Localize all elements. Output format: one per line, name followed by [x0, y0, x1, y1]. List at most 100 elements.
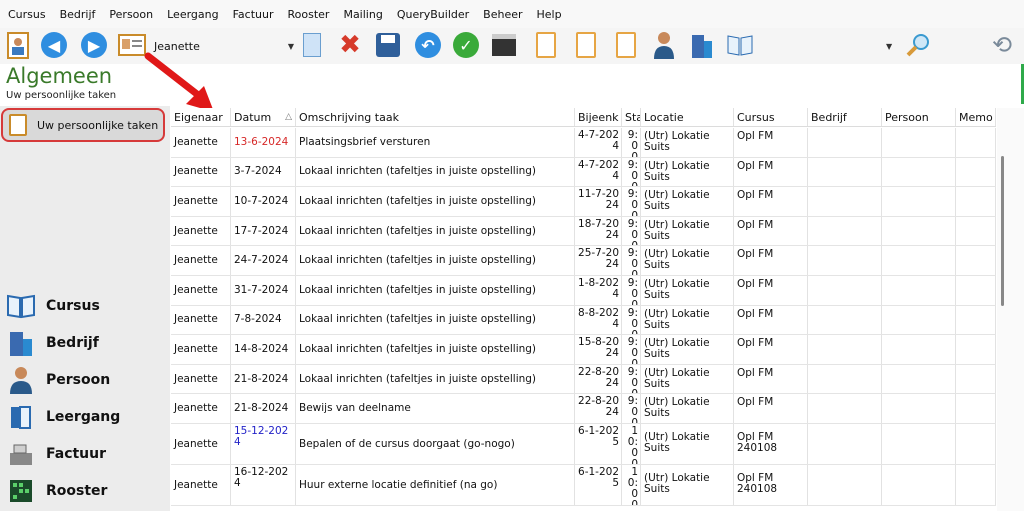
book-icon[interactable] — [726, 31, 754, 59]
menu-persoon[interactable]: Persoon — [109, 8, 153, 21]
chevron-down-icon: ▼ — [287, 41, 294, 51]
sidebar-module-leergang[interactable]: Leergang — [6, 401, 120, 433]
table-row[interactable]: Jeanette 7-8-2024 Lokaal inrichten (tafelt… — [171, 305, 996, 336]
column-header-bedrijf[interactable]: Bedrijf — [808, 108, 882, 126]
cell-cursus: Opl FM — [734, 187, 808, 216]
cell-persoon — [882, 246, 956, 275]
sidebar: Uw persoonlijke taken Cursus Bedrijf Per… — [0, 106, 170, 511]
sidebar-module-factuur[interactable]: Factuur — [6, 438, 106, 470]
column-header-sta[interactable]: Sta — [622, 108, 641, 126]
cell-memo — [956, 128, 996, 157]
check-icon[interactable]: ✓ — [452, 31, 480, 59]
delete-icon[interactable]: ✖ — [336, 30, 364, 60]
sidebar-module-label: Leergang — [46, 409, 121, 425]
book-icon — [6, 292, 36, 320]
sidebar-module-persoon[interactable]: Persoon — [6, 364, 110, 396]
person-icon[interactable] — [650, 31, 678, 59]
table-row[interactable]: Jeanette 13-6-2024 Plaatsingsbrief verstur… — [171, 128, 996, 158]
cell-bijeenk: 4-7-2024 — [575, 157, 622, 187]
menu-factuur[interactable]: Factuur — [233, 8, 274, 21]
column-header-label: Sta — [625, 110, 640, 124]
cell-cursus: Opl FM — [734, 246, 808, 275]
menu-bedrijf[interactable]: Bedrijf — [60, 8, 96, 21]
cell-persoon — [882, 128, 956, 157]
column-header-memo[interactable]: Memo — [956, 108, 996, 126]
cell-sta: 9:00 — [622, 128, 641, 157]
menu-leergang[interactable]: Leergang — [167, 8, 218, 21]
back-icon[interactable]: ◀ — [40, 31, 68, 59]
scrollbar-thumb[interactable] — [1001, 156, 1004, 306]
forward-icon[interactable]: ▶ — [80, 31, 108, 59]
cell-datum: 7-8-2024 — [231, 305, 296, 335]
cell-persoon — [882, 364, 956, 394]
search-icon[interactable] — [904, 31, 932, 59]
clipboard-edit-icon[interactable] — [612, 31, 640, 59]
cell-bijeenk: 18-7-2024 — [575, 216, 622, 246]
cell-persoon — [882, 305, 956, 335]
undo-icon[interactable]: ↶ — [414, 31, 442, 59]
cell-sta: 9:00 — [622, 276, 641, 305]
person-icon — [6, 366, 36, 394]
cell-cursus: Opl FM — [734, 157, 808, 187]
column-header-eigenaar[interactable]: Eigenaar — [171, 108, 231, 126]
sidebar-module-label: Rooster — [46, 483, 108, 499]
column-header-bijeenk[interactable]: Bijeenk — [575, 108, 622, 126]
column-header-label: Locatie — [644, 110, 684, 124]
table-row[interactable]: Jeanette 15-12-2024 Bepalen of de cursus d… — [171, 424, 996, 465]
column-header-persoon[interactable]: Persoon — [882, 108, 956, 126]
cell-bijeenk: 1-8-2024 — [575, 276, 622, 305]
save-icon[interactable] — [374, 31, 402, 59]
chevron-down-icon[interactable]: ▼ — [886, 36, 898, 56]
cell-locatie: (Utr) Lokatie Suits — [641, 465, 734, 505]
cell-taak: Lokaal inrichten (tafeltjes in juiste op… — [296, 157, 575, 187]
cell-bijeenk: 22-8-2024 — [575, 364, 622, 394]
table-row[interactable]: Jeanette 24-7-2024 Lokaal inrichten (tafel… — [171, 246, 996, 276]
new-doc-icon[interactable] — [298, 31, 326, 59]
table-row[interactable]: Jeanette 17-7-2024 Lokaal inrichten (tafel… — [171, 216, 996, 247]
menu-mailing[interactable]: Mailing — [343, 8, 382, 21]
menu-cursus[interactable]: Cursus — [8, 8, 46, 21]
cell-bedrijf — [808, 276, 882, 305]
cell-datum: 15-12-2024 — [231, 424, 296, 464]
table-row[interactable]: Jeanette 10-7-2024 Lokaal inrichten (tafel… — [171, 187, 996, 217]
sidebar-module-rooster[interactable]: Rooster — [6, 475, 107, 507]
building-icon[interactable] — [688, 31, 716, 59]
vertical-scrollbar[interactable] — [997, 108, 1024, 511]
cell-eigenaar: Jeanette — [171, 305, 231, 335]
table-row[interactable]: Jeanette 14-8-2024 Lokaal inrichten (tafel… — [171, 335, 996, 365]
refresh-icon[interactable]: ⟲ — [988, 31, 1016, 59]
cell-sta: 10:00 — [622, 424, 641, 464]
sidebar-module-label: Cursus — [46, 298, 100, 314]
sidebar-item-label: Uw persoonlijke taken — [37, 118, 159, 132]
column-header-datum[interactable]: Datum △ — [231, 108, 296, 126]
person-icon[interactable] — [4, 31, 32, 59]
menu-beheer[interactable]: Beheer — [483, 8, 522, 21]
menu-querybuilder[interactable]: QueryBuilder — [397, 8, 469, 21]
person-icon — [9, 114, 27, 136]
cell-datum: 31-7-2024 — [231, 276, 296, 305]
menu-rooster[interactable]: Rooster — [288, 8, 330, 21]
clipboard-icon[interactable] — [572, 31, 600, 59]
table-row[interactable]: Jeanette 21-8-2024 Bewijs van deelname 22-8… — [171, 394, 996, 424]
clapper-icon[interactable] — [490, 31, 518, 59]
column-header-label: Persoon — [885, 110, 929, 124]
task-grid: Eigenaar Datum △ Omschrijving taak Bijeenk St… — [171, 108, 996, 511]
grid-header: Eigenaar Datum △ Omschrijving taak Bijeenk St… — [171, 108, 996, 127]
column-header-locatie[interactable]: Locatie — [641, 108, 734, 126]
sidebar-module-cursus[interactable]: Cursus — [6, 290, 100, 322]
cell-eigenaar: Jeanette — [171, 157, 231, 187]
column-header-cursus[interactable]: Cursus — [734, 108, 808, 126]
table-row[interactable]: Jeanette 31-7-2024 Lokaal inrichten (tafel… — [171, 276, 996, 306]
cell-bedrijf — [808, 394, 882, 423]
table-row[interactable]: Jeanette 21-8-2024 Lokaal inrichten (tafel… — [171, 364, 996, 395]
cell-eigenaar: Jeanette — [171, 465, 231, 505]
clipboard-check-icon[interactable] — [532, 31, 560, 59]
table-row[interactable]: Jeanette 16-12-2024 Huur externe locatie d… — [171, 465, 996, 506]
table-row[interactable]: Jeanette 3-7-2024 Lokaal inrichten (tafelt… — [171, 157, 996, 188]
menu-help[interactable]: Help — [537, 8, 562, 21]
column-header-taak[interactable]: Omschrijving taak — [296, 108, 575, 126]
cell-persoon — [882, 276, 956, 305]
cell-bijeenk: 8-8-2024 — [575, 305, 622, 335]
cell-eigenaar: Jeanette — [171, 364, 231, 394]
sidebar-module-bedrijf[interactable]: Bedrijf — [6, 327, 99, 359]
